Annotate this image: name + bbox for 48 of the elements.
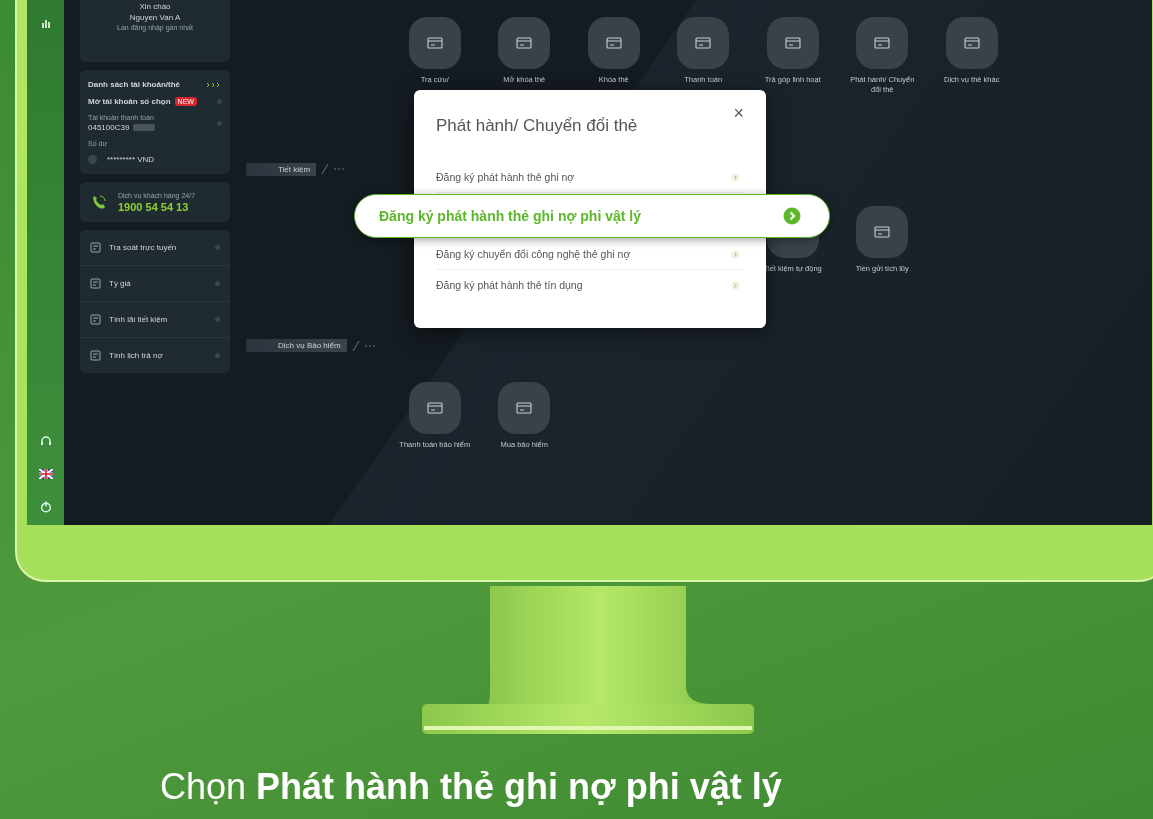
tool-menu-item[interactable]: Tính lịch trả nợ [80,338,230,373]
tool-label: Tra soát trực tuyến [109,243,178,252]
redaction-block [133,124,156,131]
tool-label: Tính lãi tiết kiệm [109,315,169,324]
account-number: 045100C39 [88,123,130,132]
service-button[interactable] [498,382,551,435]
arrow-circle-icon [783,207,801,225]
service-button[interactable] [677,17,730,69]
service-button[interactable] [766,17,819,69]
calculator-icon [90,242,101,253]
calculator-icon [90,278,101,289]
power-icon[interactable] [39,501,52,513]
tool-label: Tính lịch trả nợ [109,351,164,360]
service-button[interactable] [498,17,551,69]
arrow-circle-icon [731,172,740,182]
service-button[interactable] [856,205,909,258]
menu-option[interactable]: Đăng ký phát hành thẻ ghi nợ [436,162,744,193]
calculator-icon [90,314,101,325]
arrow-circle-icon [731,249,740,259]
tool-label: Tỷ giá [109,279,132,288]
menu-option[interactable]: Đăng ký phát hành thẻ tín dụng [436,270,744,300]
service-button[interactable] [408,17,461,69]
section-title: Dịch vụ Bảo hiểm [246,339,347,353]
tool-menu-item[interactable]: Tỷ giá [80,266,230,302]
calculator-icon [90,350,101,361]
dialog-title: Phát hành/ Chuyển đổi thẻ [436,116,638,136]
service-button[interactable] [587,17,640,69]
service-button[interactable] [408,382,461,435]
open-account-link[interactable]: Mở tài khoản số chọn [88,97,171,106]
tool-menu-item[interactable]: Tra soát trực tuyến [80,230,230,266]
more-arrows-icon[interactable] [206,81,222,88]
section-title: Tiết kiệm [246,162,317,176]
close-button[interactable]: × [733,104,744,122]
accounts-title: Danh sách tài khoản/thẻ [88,80,181,89]
arrow-circle-icon [731,280,740,290]
tool-menu-item[interactable]: Tính lãi tiết kiệm [80,302,230,338]
menu-option[interactable]: Đăng ký chuyển đổi công nghệ thẻ ghi nợ [436,239,744,270]
balance-value: ********* VND [107,155,155,164]
user-name: Nguyen Van A [129,13,181,22]
phone-icon [90,193,108,211]
service-button[interactable] [856,17,909,69]
bar-chart-icon[interactable] [40,18,51,28]
service-button[interactable] [945,17,998,69]
greeting-text: Xin chào [139,2,171,11]
caption-text: Chọn Phát hành thẻ ghi nợ phi vật lý [160,766,782,808]
headset-icon[interactable] [39,435,52,447]
hotline-number[interactable]: 1900 54 54 13 [118,200,196,213]
flag-icon[interactable] [38,469,53,479]
